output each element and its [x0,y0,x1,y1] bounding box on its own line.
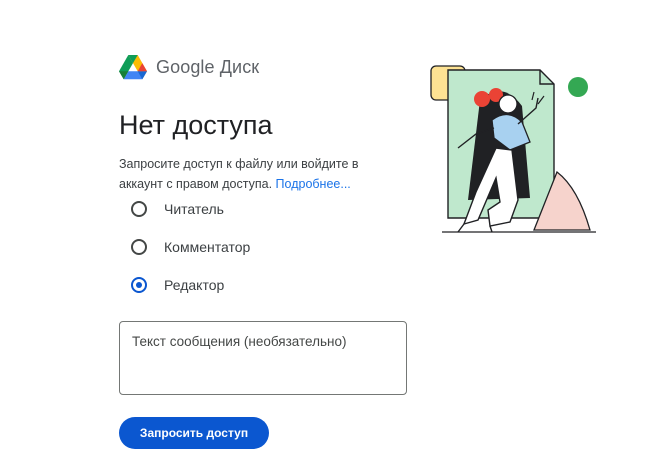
access-panel: Google Диск Нет доступа Запросите доступ… [119,52,419,449]
radio-button[interactable] [131,201,147,217]
google-drive-icon [119,54,147,80]
brand-name: Google Диск [156,56,260,77]
role-label: Читатель [164,201,224,217]
learn-more-link[interactable]: Подробнее... [276,177,351,191]
message-placeholder: Текст сообщения (необязательно) [132,334,347,349]
page-title: Нет доступа [119,110,273,140]
request-access-button[interactable]: Запросить доступ [119,417,269,449]
role-option-editor[interactable]: Редактор [131,277,224,293]
role-option-reader[interactable]: Читатель [131,201,224,217]
message-field[interactable]: Текст сообщения (необязательно) [119,321,407,395]
access-illustration [418,60,598,245]
description: Запросите доступ к файлу или войдите в а… [119,154,399,194]
role-label: Комментатор [164,239,251,255]
role-label: Редактор [164,277,225,293]
radio-button[interactable] [131,239,147,255]
radio-button-checked[interactable] [131,277,147,293]
brand: Google Диск [119,52,419,82]
role-option-commenter[interactable]: Комментатор [131,239,250,255]
